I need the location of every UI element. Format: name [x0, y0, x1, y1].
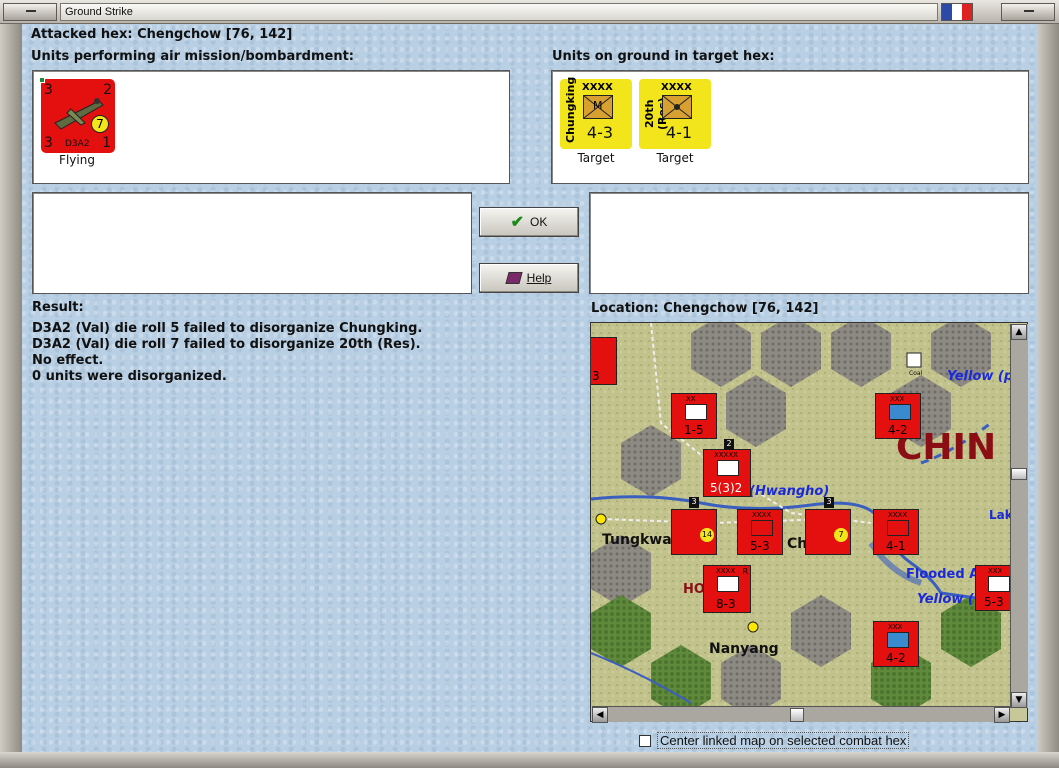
map-label-ho: HO: [683, 582, 705, 597]
unit-symbol-icon: [887, 520, 909, 536]
ok-button[interactable]: ✔ OK: [479, 207, 579, 237]
map-label-hwangho: (Hwangho): [749, 484, 829, 499]
ground-strike-panel: Attacked hex: Chengchow [76, 142] Units …: [22, 24, 1037, 752]
linked-map[interactable]: Tungkwa Nanyang CHIN Yellow (p (Hwangho)…: [590, 322, 1028, 722]
map-unit-counter[interactable]: XXXX 5-3: [737, 509, 783, 555]
scroll-down-button[interactable]: ▼: [1011, 692, 1027, 708]
map-unit-counter[interactable]: XXXXX 5(3)2: [703, 449, 751, 497]
air-unit-bottom-right: 1: [102, 135, 111, 151]
attacker-info-box: [32, 192, 472, 294]
unit-symbol-icon: [717, 460, 739, 476]
frame-left: [0, 24, 22, 752]
svg-text:Coal: Coal: [909, 370, 923, 377]
help-button[interactable]: Help: [479, 263, 579, 293]
map-label-tungkwa: Tungkwa: [602, 532, 672, 548]
frame-bottom: [0, 752, 1059, 768]
ground-units-list[interactable]: Chungking XXXX M 4-3 Target 20th (Res) X…: [551, 70, 1029, 184]
air-units-list[interactable]: 3 2 7 3 D3A2 1 Flying: [32, 70, 510, 184]
result-label: Result:: [32, 300, 84, 315]
center-map-label: Center linked map on selected combat hex: [657, 732, 910, 749]
unit-symbol-icon: [751, 520, 773, 536]
air-unit-bottom-left: 3: [44, 135, 53, 151]
hex-map-graphic: Tungkwa Nanyang CHIN Yellow (p (Hwangho)…: [591, 323, 1011, 707]
ground-unit-status: Target: [577, 151, 615, 165]
horizontal-scroll-thumb[interactable]: [790, 708, 804, 722]
mountain-division-icon: M: [583, 95, 613, 119]
map-label-lake: Lak: [989, 508, 1011, 522]
help-label: Help: [526, 271, 552, 285]
infantry-reserve-icon: [662, 95, 692, 119]
frame-right: [1037, 24, 1059, 752]
nation-flag-icon: [941, 3, 973, 21]
vertical-scroll-thumb[interactable]: [1011, 468, 1027, 480]
result-text: D3A2 (Val) die roll 5 failed to disorgan…: [32, 321, 422, 385]
unit-symbol-icon: [717, 576, 739, 592]
map-unit-counter[interactable]: XX 1-5: [671, 393, 717, 439]
title-bar: Ground Strike: [0, 0, 1059, 24]
air-units-label: Units performing air mission/bombardment…: [31, 49, 355, 64]
ground-unit-symbol: M: [593, 99, 603, 112]
result-line: No effect.: [32, 353, 104, 368]
map-label-flooded: Flooded A: [906, 567, 979, 582]
close-window-button[interactable]: [1001, 3, 1055, 21]
center-map-checkbox[interactable]: [639, 734, 651, 747]
unit-symbol-icon: [887, 632, 909, 648]
map-label-yellow: Yellow (: [917, 592, 975, 607]
ground-unit-status: Target: [656, 151, 694, 165]
air-unit-name: D3A2: [65, 139, 90, 149]
map-unit-counter[interactable]: XXXX 4-1: [873, 509, 919, 555]
ground-unit-counter[interactable]: 20th (Res) XXXX 4-1: [639, 79, 711, 149]
window-title: Ground Strike: [60, 3, 938, 21]
ground-unit-size: XXXX: [661, 82, 692, 93]
map-label-yellow-p: Yellow (p: [947, 369, 1011, 384]
ground-unit-counter[interactable]: Chungking XXXX M 4-3: [560, 76, 632, 149]
ground-unit-strength: 4-3: [586, 123, 614, 142]
scroll-right-button[interactable]: ▶: [994, 707, 1010, 723]
map-air-unit-counter[interactable]: 14: [671, 509, 717, 555]
map-label-nanyang: Nanyang: [709, 641, 779, 657]
ground-units-label: Units on ground in target hex:: [552, 49, 775, 64]
result-line: 0 units were disorganized.: [32, 369, 227, 384]
map-unit-counter[interactable]: XXX 4-2: [873, 621, 919, 667]
map-unit-counter[interactable]: XXX 4-2: [875, 393, 921, 439]
help-book-icon: [505, 272, 523, 284]
unit-symbol-icon: [988, 576, 1010, 592]
map-unit-counter[interactable]: XXX 5-3: [975, 565, 1015, 611]
air-unit-counter[interactable]: 3 2 7 3 D3A2 1: [39, 77, 115, 153]
scroll-left-button[interactable]: ◀: [592, 707, 608, 723]
unit-symbol-icon: [889, 404, 911, 420]
ground-unit-name: Chungking: [564, 76, 577, 143]
air-unit-status: Flying: [59, 153, 95, 167]
center-map-option[interactable]: Center linked map on selected combat hex: [639, 732, 910, 749]
unit-symbol-icon: [685, 404, 707, 420]
map-air-unit-counter[interactable]: 7: [805, 509, 851, 555]
air-unit-badge: 7: [91, 115, 109, 133]
ground-unit-strength: 4-1: [665, 123, 693, 142]
map-vertical-scrollbar[interactable]: ▲ ▼: [1010, 324, 1028, 708]
defender-info-box: [589, 192, 1029, 294]
result-line: D3A2 (Val) die roll 7 failed to disorgan…: [32, 337, 421, 352]
map-horizontal-scrollbar[interactable]: ◀ ▶: [592, 706, 1010, 723]
ok-label: OK: [530, 215, 548, 229]
attacked-hex-label: Attacked hex: Chengchow [76, 142]: [31, 27, 293, 42]
location-label: Location: Chengchow [76, 142]: [591, 301, 819, 316]
checkmark-icon: ✔: [510, 214, 525, 231]
map-unit-counter[interactable]: XXXX R 8-3: [703, 565, 751, 613]
map-unit-counter[interactable]: 3: [591, 337, 617, 385]
scroll-up-button[interactable]: ▲: [1011, 324, 1027, 340]
system-menu-button[interactable]: [3, 3, 57, 21]
ground-unit-size: XXXX: [582, 82, 613, 93]
result-line: D3A2 (Val) die roll 5 failed to disorgan…: [32, 321, 423, 336]
